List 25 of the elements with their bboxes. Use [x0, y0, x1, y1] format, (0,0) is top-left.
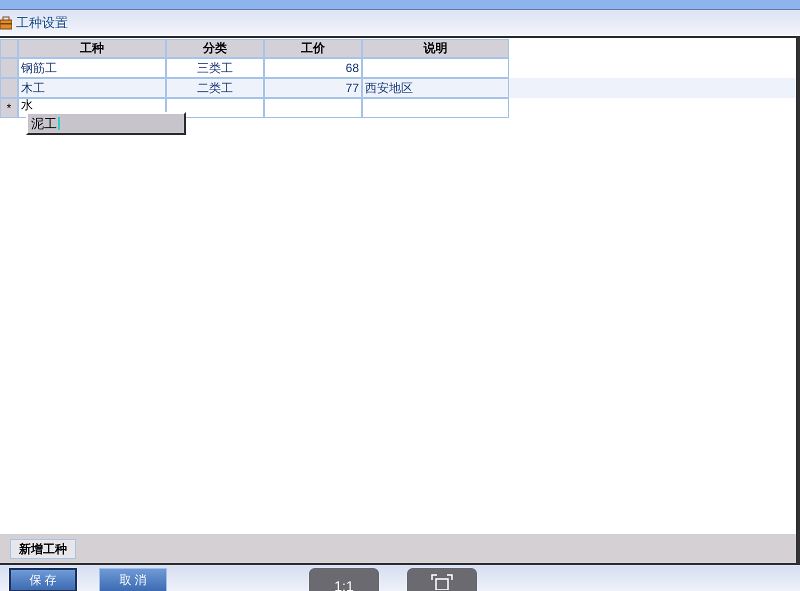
- table-cell: 77: [264, 78, 362, 98]
- column-header: 分类: [166, 39, 264, 58]
- table-cell: 西安地区: [362, 78, 509, 98]
- table-cell: 68: [264, 58, 362, 78]
- fit-screen-button[interactable]: [407, 568, 477, 591]
- table-cell: 三类工: [166, 58, 264, 78]
- page-title: 工种设置: [16, 14, 68, 32]
- toolbox-icon: [0, 16, 12, 30]
- add-work-type-button[interactable]: 新增工种: [10, 538, 76, 558]
- actual-size-button[interactable]: 1:1: [309, 568, 379, 591]
- table-cell: 二类工: [166, 78, 264, 98]
- fit-screen-icon: [431, 574, 453, 590]
- row-header-corner: [0, 39, 18, 58]
- new-row-marker: *: [0, 98, 18, 118]
- footer-button[interactable]: 取 消: [99, 568, 167, 591]
- footer-button[interactable]: 保 存: [9, 568, 77, 591]
- column-header: 说明: [362, 39, 509, 58]
- column-header: 工种: [18, 39, 166, 58]
- table-cell: 钢筋工: [18, 58, 166, 78]
- table-cell: 木工: [18, 78, 166, 98]
- text-cursor-icon: [58, 117, 60, 130]
- row-header[interactable]: [0, 78, 18, 98]
- column-header: 工价: [264, 39, 362, 58]
- row-header[interactable]: [0, 58, 18, 78]
- autocomplete-popup[interactable]: 泥工: [26, 112, 186, 135]
